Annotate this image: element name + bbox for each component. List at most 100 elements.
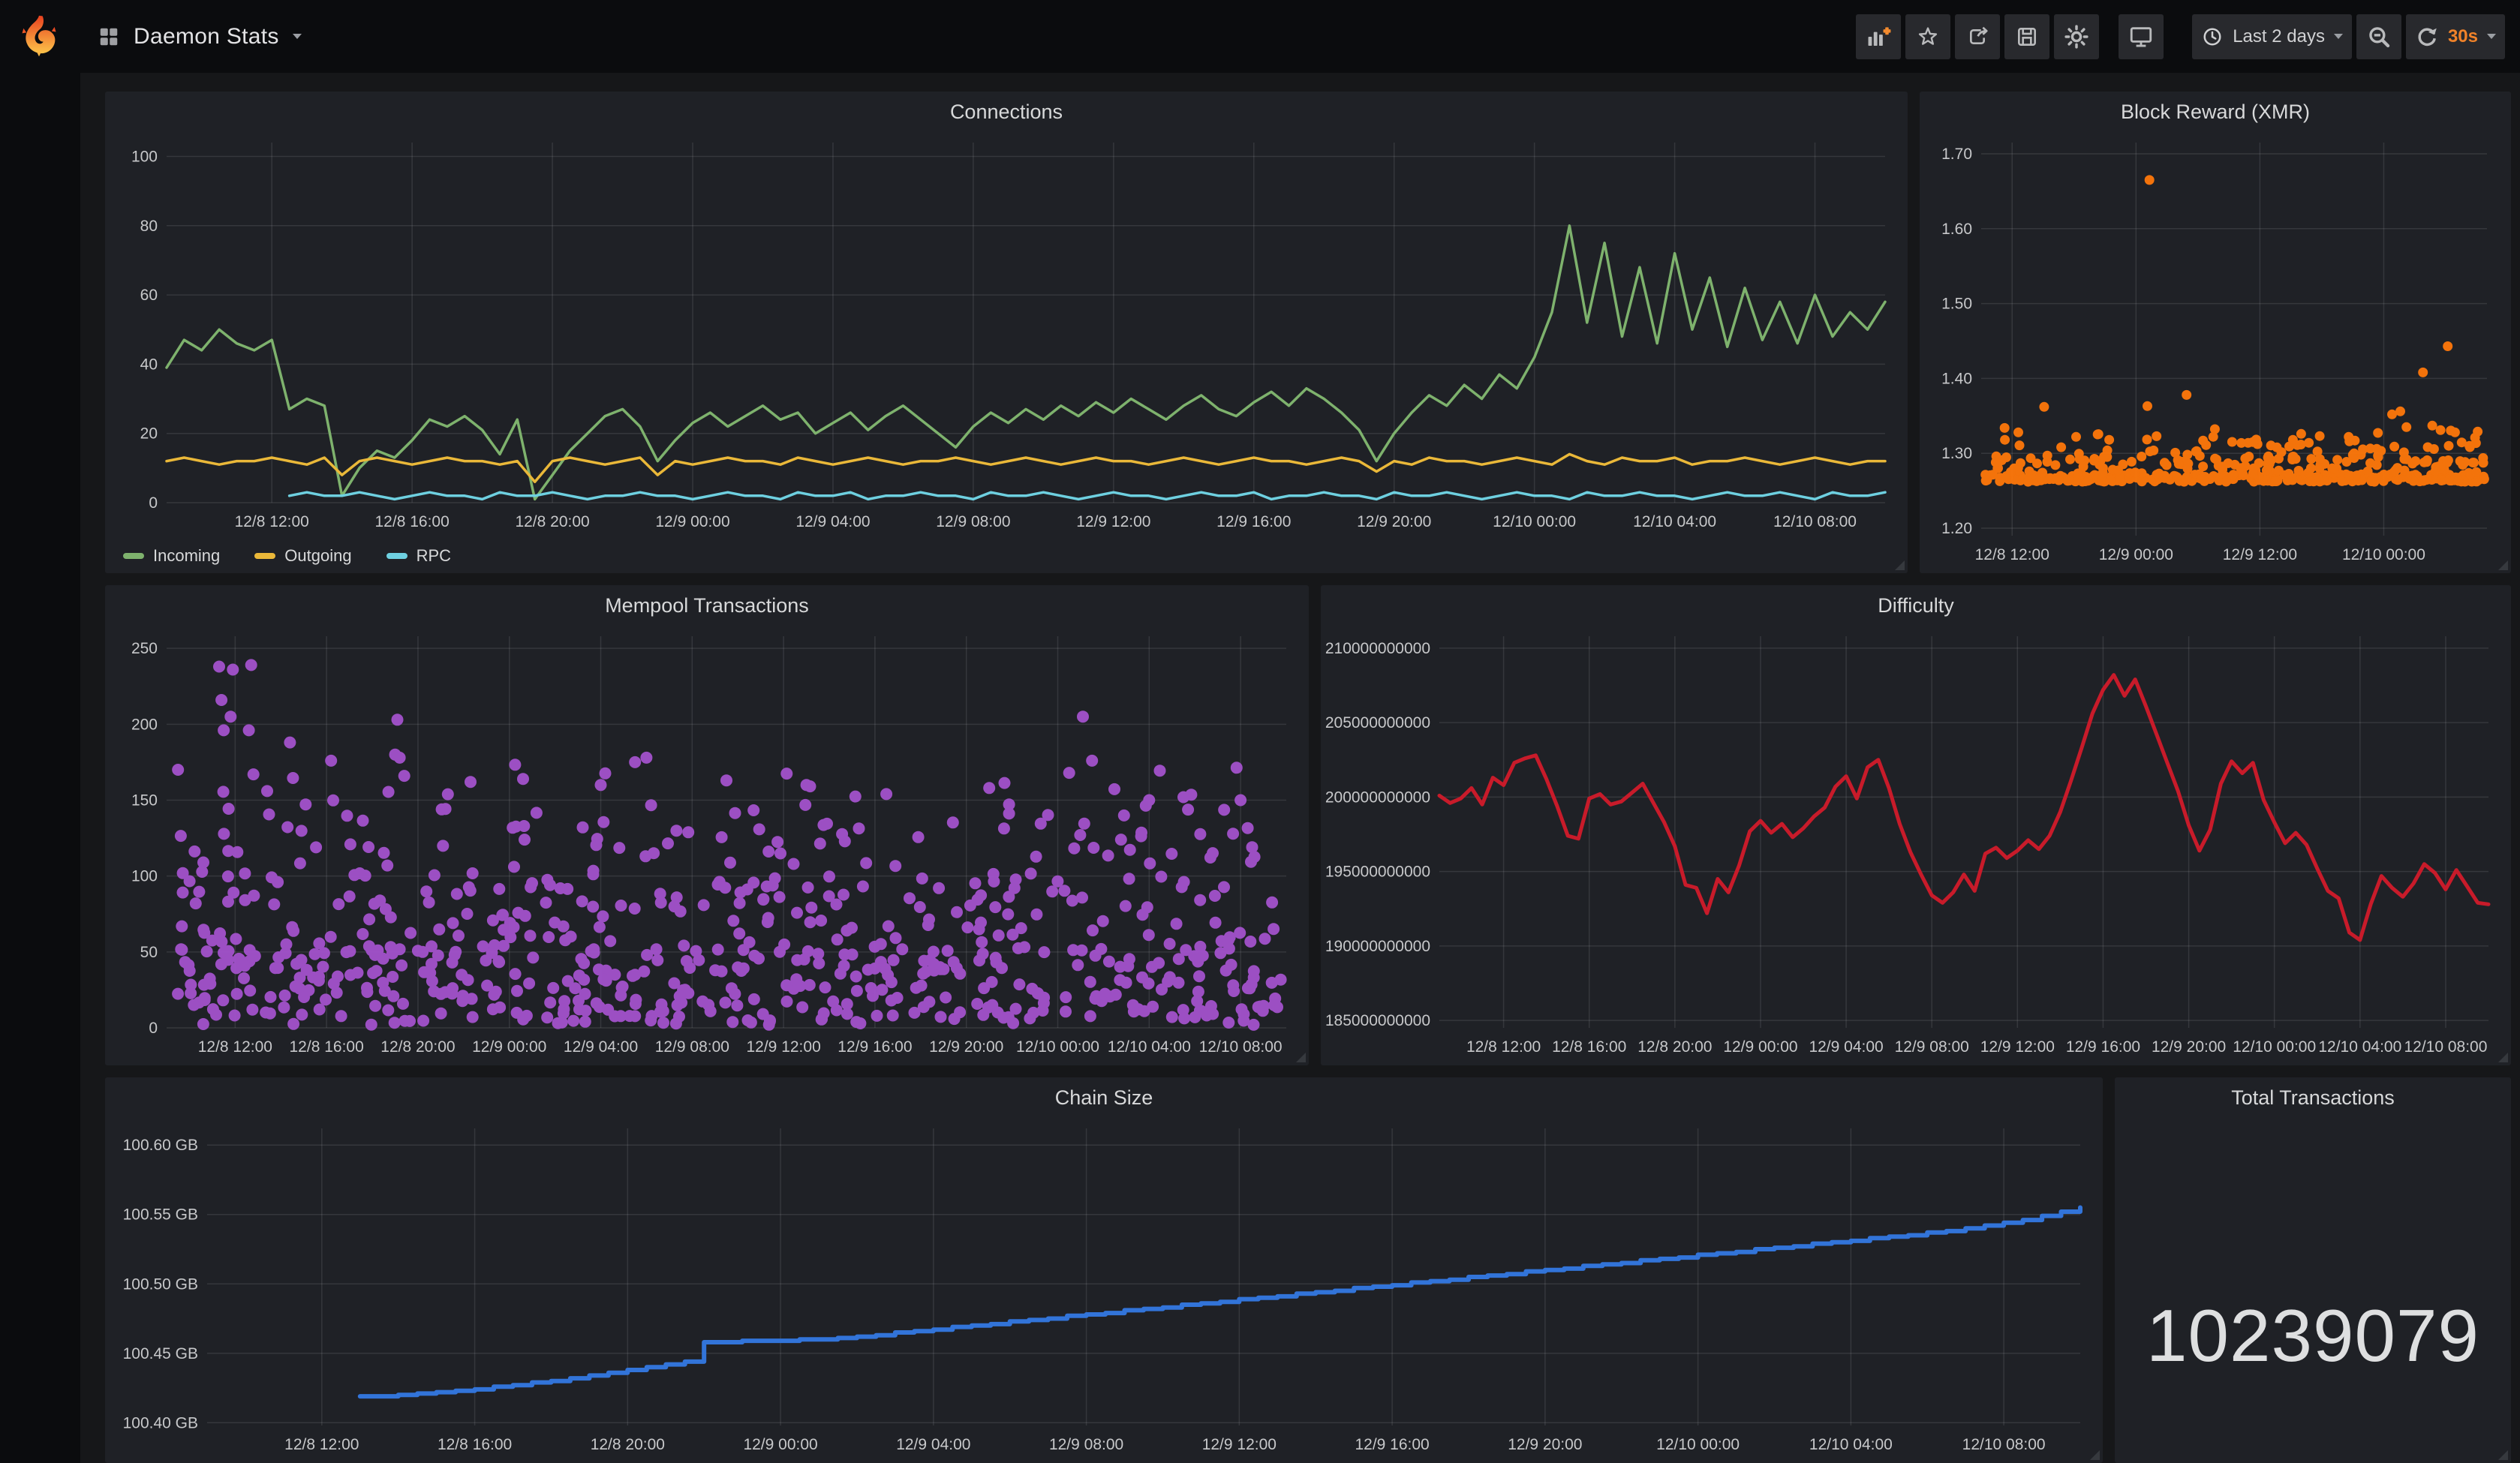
monitor-icon bbox=[2128, 24, 2154, 50]
svg-text:50: 50 bbox=[140, 944, 158, 961]
svg-text:12/9 04:00: 12/9 04:00 bbox=[564, 1038, 638, 1056]
star-dashboard-button[interactable] bbox=[1905, 14, 1950, 59]
refresh-interval-label: 30s bbox=[2448, 26, 2478, 47]
legend-swatch-incoming bbox=[123, 553, 144, 559]
svg-text:12/8 16:00: 12/8 16:00 bbox=[290, 1038, 364, 1056]
svg-text:12/10 00:00: 12/10 00:00 bbox=[2233, 1038, 2316, 1056]
svg-text:12/9 12:00: 12/9 12:00 bbox=[1980, 1038, 2055, 1056]
svg-text:12/10 00:00: 12/10 00:00 bbox=[1016, 1038, 1099, 1056]
svg-text:12/8 12:00: 12/8 12:00 bbox=[198, 1038, 272, 1056]
dashboard-canvas: Connections 02040608010012/8 12:0012/8 1… bbox=[80, 73, 2520, 1463]
svg-text:12/9 00:00: 12/9 00:00 bbox=[472, 1038, 546, 1056]
legend-label: Incoming bbox=[153, 546, 220, 566]
clock-icon bbox=[2201, 26, 2224, 48]
grafana-logo[interactable] bbox=[17, 14, 62, 60]
svg-text:100.45 GB: 100.45 GB bbox=[123, 1345, 198, 1362]
panel-title[interactable]: Total Transactions bbox=[2115, 1077, 2511, 1118]
dashboard-title[interactable]: Daemon Stats bbox=[134, 24, 279, 50]
panel-title[interactable]: Difficulty bbox=[1321, 585, 2511, 626]
refresh-caret-icon bbox=[2487, 34, 2496, 39]
legend-item-outgoing[interactable]: Outgoing bbox=[254, 546, 351, 566]
dashboard-title-caret-icon[interactable] bbox=[293, 34, 302, 39]
svg-text:12/9 00:00: 12/9 00:00 bbox=[655, 513, 729, 530]
svg-text:100.60 GB: 100.60 GB bbox=[123, 1137, 198, 1154]
connections-chart[interactable]: 02040608010012/8 12:0012/8 16:0012/8 20:… bbox=[110, 132, 1903, 536]
chain-size-chart[interactable]: 100.40 GB100.45 GB100.50 GB100.55 GB100.… bbox=[110, 1118, 2098, 1458]
dashboard-settings-button[interactable] bbox=[2054, 14, 2099, 59]
svg-text:60: 60 bbox=[140, 287, 158, 304]
panel-title[interactable]: Chain Size bbox=[105, 1077, 2103, 1118]
legend-item-incoming[interactable]: Incoming bbox=[123, 546, 220, 566]
svg-text:12/9 04:00: 12/9 04:00 bbox=[795, 513, 870, 530]
legend-item-rpc[interactable]: RPC bbox=[386, 546, 451, 566]
svg-text:12/9 04:00: 12/9 04:00 bbox=[896, 1436, 970, 1453]
sidebar bbox=[0, 0, 80, 1463]
legend-label: Outgoing bbox=[284, 546, 351, 566]
svg-text:12/10 04:00: 12/10 04:00 bbox=[1809, 1436, 1893, 1453]
add-panel-button[interactable] bbox=[1856, 14, 1901, 59]
svg-text:100: 100 bbox=[131, 868, 158, 885]
svg-text:1.20: 1.20 bbox=[1941, 520, 1972, 537]
panel-total-transactions: Total Transactions 10239079 bbox=[2115, 1077, 2511, 1463]
svg-text:12/9 20:00: 12/9 20:00 bbox=[1508, 1436, 1582, 1453]
cycle-view-mode-button[interactable] bbox=[2119, 14, 2164, 59]
svg-text:12/9 16:00: 12/9 16:00 bbox=[837, 1038, 912, 1056]
panel-title[interactable]: Mempool Transactions bbox=[105, 585, 1309, 626]
svg-text:1.50: 1.50 bbox=[1941, 296, 1972, 313]
svg-text:12/9 12:00: 12/9 12:00 bbox=[2223, 546, 2297, 563]
add-panel-icon bbox=[1866, 24, 1891, 50]
svg-text:12/8 20:00: 12/8 20:00 bbox=[591, 1436, 665, 1453]
time-range-label: Last 2 days bbox=[2233, 26, 2325, 47]
star-icon bbox=[1916, 25, 1940, 49]
share-dashboard-button[interactable] bbox=[1955, 14, 2000, 59]
panel-chain-size: Chain Size 100.40 GB100.45 GB100.50 GB10… bbox=[105, 1077, 2103, 1463]
panel-title[interactable]: Block Reward (XMR) bbox=[1920, 92, 2511, 132]
svg-text:210000000000: 210000000000 bbox=[1325, 640, 1430, 657]
svg-text:12/10 04:00: 12/10 04:00 bbox=[1633, 513, 1716, 530]
svg-text:12/9 08:00: 12/9 08:00 bbox=[1049, 1436, 1123, 1453]
svg-text:12/9 08:00: 12/9 08:00 bbox=[1895, 1038, 1969, 1056]
svg-text:12/8 12:00: 12/8 12:00 bbox=[1975, 546, 2049, 563]
svg-text:190000000000: 190000000000 bbox=[1325, 938, 1430, 955]
svg-text:12/9 12:00: 12/9 12:00 bbox=[746, 1038, 820, 1056]
legend: Incoming Outgoing RPC bbox=[123, 546, 451, 566]
svg-text:80: 80 bbox=[140, 218, 158, 235]
difficulty-chart[interactable]: 185000000000 190000000000 195000000000 2000… bbox=[1325, 626, 2506, 1061]
svg-text:12/8 20:00: 12/8 20:00 bbox=[380, 1038, 455, 1056]
svg-text:12/10 08:00: 12/10 08:00 bbox=[1773, 513, 1857, 530]
svg-text:150: 150 bbox=[131, 792, 158, 810]
svg-text:12/10 04:00: 12/10 04:00 bbox=[2318, 1038, 2401, 1056]
svg-text:12/8 16:00: 12/8 16:00 bbox=[438, 1436, 512, 1453]
block-reward-chart[interactable]: 1.201.301.401.501.601.7012/8 12:0012/9 0… bbox=[1924, 132, 2506, 569]
svg-text:12/9 16:00: 12/9 16:00 bbox=[1355, 1436, 1429, 1453]
svg-text:20: 20 bbox=[140, 425, 158, 443]
mempool-chart[interactable]: 05010015020025012/8 12:0012/8 16:0012/8 … bbox=[110, 626, 1304, 1061]
refresh-icon bbox=[2415, 25, 2439, 49]
svg-text:250: 250 bbox=[131, 640, 158, 657]
svg-text:12/8 16:00: 12/8 16:00 bbox=[375, 513, 450, 530]
svg-text:40: 40 bbox=[140, 356, 158, 373]
svg-text:12/10 08:00: 12/10 08:00 bbox=[2404, 1038, 2487, 1056]
share-icon bbox=[1965, 25, 1989, 49]
navbar: Daemon Stats bbox=[0, 0, 2520, 73]
panel-title[interactable]: Connections bbox=[105, 92, 1908, 132]
zoom-out-time-button[interactable] bbox=[2356, 14, 2401, 59]
svg-text:12/9 16:00: 12/9 16:00 bbox=[2066, 1038, 2140, 1056]
refresh-picker[interactable]: 30s bbox=[2406, 14, 2505, 59]
svg-text:100.55 GB: 100.55 GB bbox=[123, 1206, 198, 1224]
svg-text:12/8 12:00: 12/8 12:00 bbox=[1466, 1038, 1541, 1056]
time-range-picker[interactable]: Last 2 days bbox=[2192, 14, 2352, 59]
save-dashboard-button[interactable] bbox=[2004, 14, 2049, 59]
svg-text:100.50 GB: 100.50 GB bbox=[123, 1275, 198, 1293]
svg-text:200000000000: 200000000000 bbox=[1325, 789, 1430, 806]
svg-text:12/10 04:00: 12/10 04:00 bbox=[1108, 1038, 1191, 1056]
svg-text:12/9 08:00: 12/9 08:00 bbox=[936, 513, 1010, 530]
svg-text:12/10 00:00: 12/10 00:00 bbox=[2342, 546, 2425, 563]
dashboard-picker-grid-icon[interactable] bbox=[98, 26, 120, 48]
svg-text:12/8 16:00: 12/8 16:00 bbox=[1552, 1038, 1626, 1056]
svg-text:195000000000: 195000000000 bbox=[1325, 864, 1430, 881]
save-icon bbox=[2015, 25, 2039, 49]
svg-text:12/8 20:00: 12/8 20:00 bbox=[1637, 1038, 1712, 1056]
panel-mempool: Mempool Transactions 05010015020025012/8… bbox=[105, 585, 1309, 1065]
svg-text:185000000000: 185000000000 bbox=[1325, 1012, 1430, 1029]
